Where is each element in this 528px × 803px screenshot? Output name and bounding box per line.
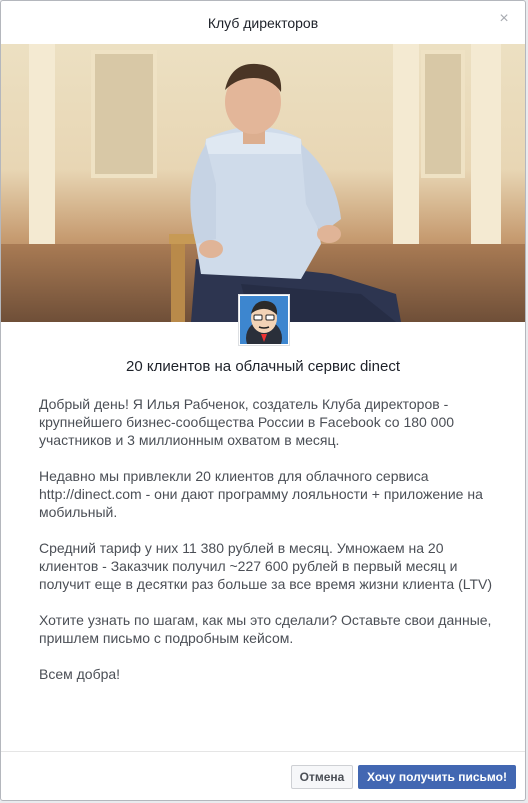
offer-description: Добрый день! Я Илья Рабченок, создатель … (39, 395, 497, 683)
person-photo (169, 63, 401, 322)
offer-headline: 20 клиентов на облачный сервис dinect (126, 358, 400, 375)
description-paragraph: Хотите узнать по шагам, как мы это сдела… (39, 612, 492, 646)
description-paragraph: Недавно мы привлекли 20 клиентов для обл… (39, 468, 483, 520)
lead-form-dialog: Клуб директоров × 20 клиентов на облачны… (0, 0, 526, 801)
description-paragraph: Средний тариф у них 11 380 рублей в меся… (39, 540, 493, 592)
close-icon[interactable]: × (497, 11, 511, 27)
hero-image (1, 44, 525, 322)
description-paragraph: Всем добра! (39, 666, 121, 682)
dialog-title: Клуб директоров (207, 14, 319, 31)
description-paragraph: Добрый день! Я Илья Рабченок, создатель … (39, 396, 455, 448)
dialog-header: Клуб директоров × (1, 1, 525, 44)
page-avatar (239, 295, 289, 345)
cancel-button[interactable]: Отмена (291, 765, 353, 789)
submit-button[interactable]: Хочу получить письмо! (358, 765, 516, 789)
dialog-footer: Отмена Хочу получить письмо! (1, 751, 525, 800)
avatar-illustration (240, 296, 288, 344)
